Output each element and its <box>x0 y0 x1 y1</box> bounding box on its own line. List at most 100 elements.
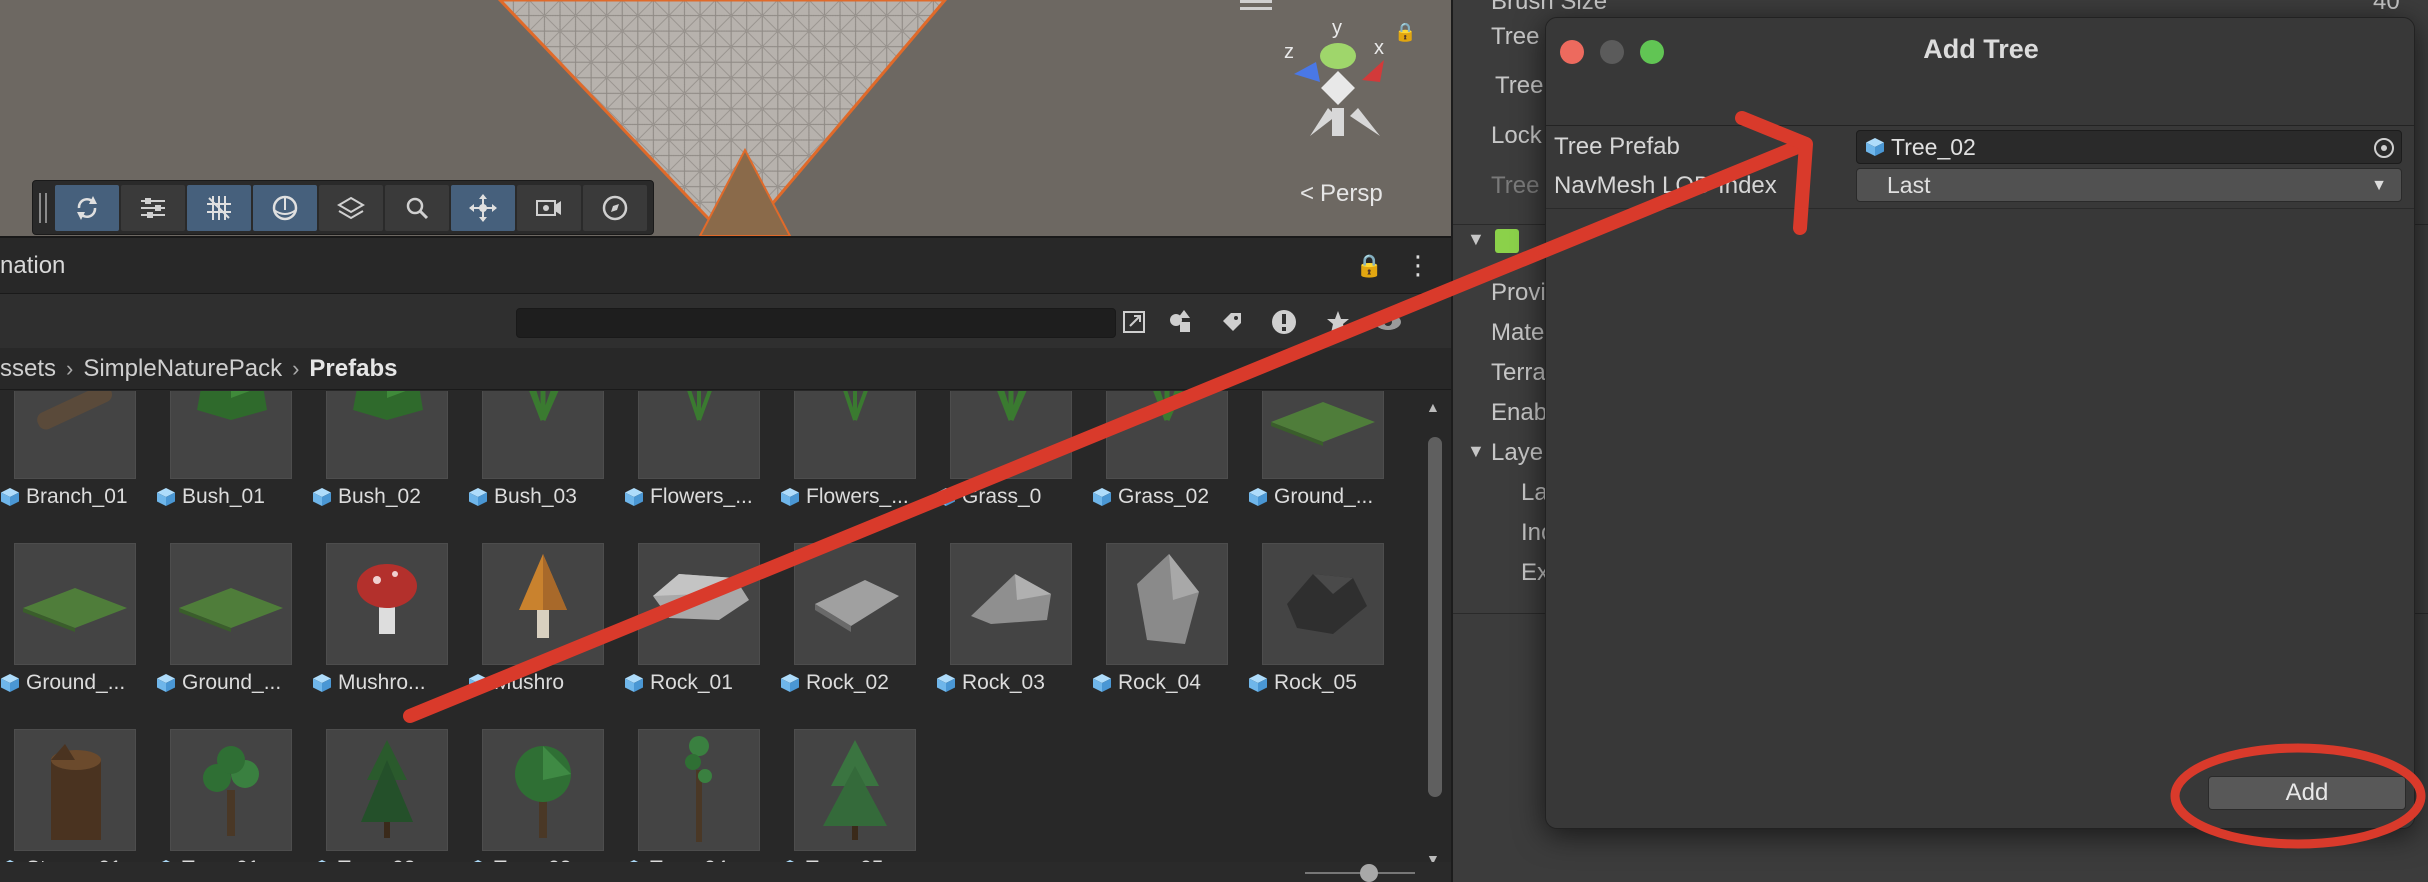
asset-name: Bush_01 <box>182 485 265 508</box>
asset-label: Bush_01 <box>156 485 311 509</box>
foldout-arrow-icon[interactable]: ▼ <box>1467 229 1485 250</box>
grid-tool-button[interactable] <box>187 184 251 231</box>
asset-name: Flowers_... <box>650 485 753 508</box>
brush-size-value[interactable]: 40 <box>2373 0 2400 16</box>
inspector-field-label: Terra <box>1491 359 1546 386</box>
prefab-cube-icon <box>157 488 175 506</box>
asset-item[interactable]: Tree_02 <box>312 729 462 871</box>
perspective-toggle[interactable]: < Persp <box>1300 180 1383 208</box>
asset-thumbnail <box>950 543 1072 665</box>
asset-item[interactable]: Rock_01 <box>624 543 774 694</box>
panel-tab-title[interactable]: nation <box>0 252 65 280</box>
asset-thumbnail <box>1106 391 1228 479</box>
scroll-up-icon[interactable]: ▲ <box>1426 399 1440 415</box>
orientation-gizmo[interactable]: y z x <box>1280 12 1410 162</box>
prefab-cube-icon <box>1249 674 1267 692</box>
ground-preview <box>23 588 127 632</box>
asset-name: Branch_01 <box>26 485 128 508</box>
pine-preview <box>361 740 413 838</box>
compass-tool-button[interactable] <box>583 184 647 231</box>
gizmo-z-label: z <box>1284 41 1294 63</box>
object-picker-icon[interactable] <box>2371 135 2397 161</box>
asset-item[interactable]: Flowers_... <box>624 391 774 508</box>
asset-item[interactable]: Tree_01 <box>156 729 306 871</box>
project-search-input[interactable] <box>516 308 1116 338</box>
globe-tool-button[interactable] <box>253 184 317 231</box>
asset-item[interactable]: Bush_01 <box>156 391 306 508</box>
dialog-body <box>1546 209 2414 828</box>
more-options-icon[interactable]: ⋮ <box>1405 250 1431 281</box>
asset-item[interactable]: Bush_02 <box>312 391 462 508</box>
rock-slab-preview <box>815 580 899 632</box>
asset-item[interactable]: Flowers_... <box>780 391 930 508</box>
asset-item[interactable]: Grass_02 <box>1092 391 1242 508</box>
asset-name: Rock_01 <box>650 671 733 694</box>
navmesh-lod-dropdown[interactable]: Last ▼ <box>1856 168 2402 202</box>
prefab-cube-icon <box>469 488 487 506</box>
lock-icon[interactable]: 🔒 <box>1356 253 1383 279</box>
asset-thumbnail <box>950 391 1072 479</box>
asset-item[interactable]: Rock_05 <box>1248 543 1398 694</box>
toolbar-grip-handle[interactable] <box>39 192 47 223</box>
scene-overlay-toolbar <box>32 180 654 235</box>
filter-by-type-icon[interactable] <box>1162 304 1198 340</box>
asset-name: Ground_... <box>182 671 282 694</box>
asset-label: Flowers_... <box>624 485 779 509</box>
favorite-star-icon[interactable] <box>1320 304 1356 340</box>
scene-menu-icon[interactable] <box>1240 0 1272 10</box>
warning-filter-icon[interactable] <box>1266 304 1302 340</box>
asset-item[interactable]: Tree_04 <box>624 729 774 871</box>
scrollbar-thumb[interactable] <box>1428 437 1442 797</box>
project-panel-header: nation 🔒 ⋮ <box>0 236 1451 294</box>
asset-name: Flowers_... <box>806 485 909 508</box>
asset-name: Rock_04 <box>1118 671 1201 694</box>
inspector-field-label: Enab <box>1491 399 1548 426</box>
asset-thumbnail <box>14 391 136 479</box>
asset-item[interactable]: Ground_... <box>156 543 306 694</box>
settings-tool-button[interactable] <box>121 184 185 231</box>
add-button[interactable]: Add <box>2208 776 2406 810</box>
asset-thumbnail <box>1262 391 1384 479</box>
rotate-tool-button[interactable] <box>55 184 119 231</box>
search-tool-button[interactable] <box>385 184 449 231</box>
asset-name: Mushro <box>494 671 565 694</box>
asset-item[interactable]: Bush_03 <box>468 391 618 508</box>
asset-item[interactable]: Mushro <box>468 543 618 694</box>
grass-preview <box>1153 391 1183 422</box>
inspector-field-label: Laye <box>1491 439 1544 466</box>
asset-thumbnail <box>794 543 916 665</box>
move-gizmo-icon <box>469 193 497 222</box>
asset-name: Grass_02 <box>1118 485 1210 508</box>
mushroom-red-preview <box>357 564 417 634</box>
breadcrumb-current[interactable]: Prefabs <box>309 355 397 383</box>
visibility-eye-icon[interactable] <box>1370 304 1406 340</box>
bush-preview <box>353 391 423 420</box>
asset-item[interactable]: Mushro... <box>312 543 462 694</box>
asset-item[interactable]: Ground_... <box>1248 391 1398 508</box>
asset-item[interactable]: Tree_03 <box>468 729 618 871</box>
tree-prefab-object-field[interactable]: Tree_02 <box>1856 130 2402 164</box>
breadcrumb-root[interactable]: ssets <box>0 355 56 383</box>
asset-item[interactable]: Rock_03 <box>936 543 1086 694</box>
layers-tool-button[interactable] <box>319 184 383 231</box>
asset-item[interactable]: Grass_0 <box>936 391 1086 508</box>
pine-wide-preview <box>823 740 887 840</box>
asset-item[interactable]: Branch_01 <box>0 391 150 508</box>
asset-grid-scrollbar[interactable]: ▲ ▼ <box>1420 391 1450 871</box>
move-gizmo-tool-button[interactable] <box>451 184 515 231</box>
asset-item[interactable]: Tree_05 <box>780 729 930 871</box>
open-window-icon[interactable] <box>1116 304 1152 340</box>
asset-thumbnail <box>14 729 136 851</box>
dialog-titlebar[interactable]: Add Tree <box>1546 18 2414 126</box>
tag-icon[interactable] <box>1214 304 1250 340</box>
asset-item[interactable]: Rock_02 <box>780 543 930 694</box>
thumbnail-size-slider[interactable] <box>1305 864 1415 882</box>
asset-item[interactable]: Stump_01 <box>0 729 150 871</box>
scene-view[interactable]: 🔒 y z x < Persp <box>0 0 1451 236</box>
breadcrumb-folder[interactable]: SimpleNaturePack <box>83 355 282 383</box>
foldout-arrow-icon[interactable]: ▼ <box>1467 441 1485 462</box>
settings-sliders-icon <box>141 197 165 218</box>
asset-item[interactable]: Rock_04 <box>1092 543 1242 694</box>
asset-item[interactable]: Ground_... <box>0 543 150 694</box>
camera-tool-button[interactable] <box>517 184 581 231</box>
